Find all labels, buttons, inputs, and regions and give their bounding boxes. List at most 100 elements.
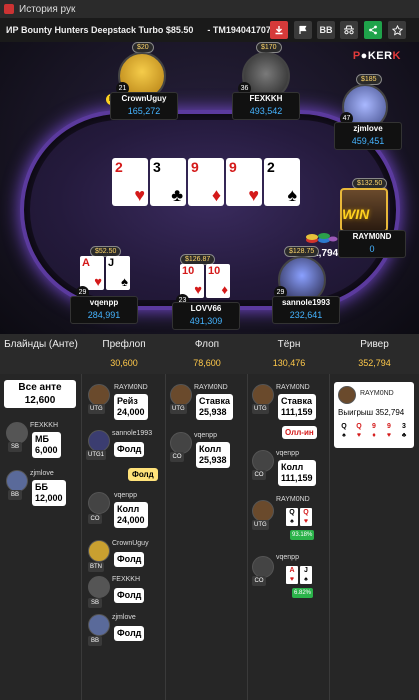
- player-name: RAYM0ND: [352, 232, 392, 241]
- action-player: vqenpp: [276, 554, 299, 561]
- action-avatar: [252, 556, 274, 578]
- action-avatar: [88, 576, 110, 598]
- player-stack: 459,451: [351, 136, 385, 146]
- street-preflop[interactable]: Префлоп 30,600: [82, 334, 166, 374]
- action-avatar: [6, 422, 28, 444]
- column-flop: [166, 374, 248, 700]
- action-player: vqenpp: [114, 492, 137, 499]
- action-player: RAYM0ND: [194, 384, 228, 391]
- action-player: vqenpp: [194, 432, 217, 439]
- window-title: История рук: [19, 3, 76, 15]
- position-badge: UTG: [88, 404, 105, 414]
- hand-history-window: История рук ИР Bounty Hunters Deepstack …: [0, 0, 419, 700]
- action-player: zjmlove: [112, 614, 136, 621]
- nameplate-fexkkh[interactable]: FEXKKH 493,542: [232, 92, 300, 120]
- hand-header: ИР Bounty Hunters Deepstack Turbo $85.50…: [0, 18, 419, 42]
- hand-id: - TM1940417071: [207, 25, 276, 35]
- incognito-icon[interactable]: [340, 21, 358, 39]
- player-stack: 491,309: [189, 316, 223, 326]
- nameplate-raym0nd[interactable]: RAYM0ND 0: [338, 230, 406, 258]
- street-river[interactable]: Ривер 352,794: [330, 334, 419, 374]
- position-badge: UTG1: [86, 450, 107, 460]
- player-name: vqenpp: [89, 298, 119, 307]
- flag-icon[interactable]: [294, 21, 312, 39]
- player-stack: 232,641: [289, 310, 323, 320]
- win-label: WIN: [342, 206, 370, 222]
- action-avatar: [338, 386, 356, 404]
- river-card: 9 ♦: [368, 422, 380, 440]
- river-card: Q ♥: [353, 422, 365, 440]
- street-headers: Блайнды (Анте) Префлоп 30,600 Флоп 78,600 …: [0, 334, 419, 374]
- game-title: ИР Bounty Hunters Deepstack Turbo $85.50: [6, 25, 194, 35]
- nameplate-crownuguy[interactable]: CrownUguy 165,272: [110, 92, 178, 120]
- player-name: CrownUguy: [121, 94, 167, 103]
- nameplate-lovv66[interactable]: LOVV66 491,309: [172, 302, 240, 330]
- position-badge: SB: [88, 598, 102, 608]
- position-badge: CO: [88, 514, 102, 524]
- player-name: LOVV66: [190, 304, 222, 313]
- winner-name: RAYM0ND: [360, 390, 394, 397]
- download-icon[interactable]: [270, 21, 288, 39]
- position-badge: CO: [252, 470, 266, 480]
- position-badge: UTG: [170, 404, 187, 414]
- position-badge: CO: [252, 576, 266, 586]
- action-player: sannole1993: [112, 430, 153, 437]
- board-card: 3 ♣: [150, 158, 186, 206]
- action-avatar: [170, 432, 192, 454]
- position-badge: UTG: [252, 404, 269, 414]
- showdown-card: Q ♥: [300, 508, 312, 526]
- hole-card: 10 ♦: [206, 264, 230, 298]
- action-box: Ставка 25,938: [196, 394, 233, 420]
- bb-toggle-button[interactable]: BB: [317, 21, 335, 39]
- position-badge: BB: [88, 636, 102, 646]
- hole-card: A ♥: [80, 256, 104, 290]
- nameplate-zjmlove[interactable]: zjmlove 459,451: [334, 122, 402, 150]
- showdown-card: A ♥: [286, 566, 298, 584]
- action-player: RAYM0ND: [276, 384, 310, 391]
- hole-card: J ♠: [106, 256, 130, 290]
- action-avatar: [252, 450, 274, 472]
- position-badge: BB: [8, 490, 22, 500]
- river-winner-box: RAYM0ND Выигрыш 352,794 Q ♠ Q ♥ 9 ♦ 9 ♥ 3 ♣: [334, 382, 414, 448]
- poker-table: P●KERK 2♥ 3♣ 9♦ 9♥ 2♠ 352,794 $20 D 21 C…: [0, 42, 419, 334]
- equity-badge: 93.18%: [290, 530, 315, 540]
- bb-toggle-label: BB: [319, 25, 333, 35]
- street-blinds[interactable]: Блайнды (Анте): [0, 334, 82, 374]
- action-avatar: [170, 384, 192, 406]
- board-card: 2 ♥: [112, 158, 148, 206]
- share-icon[interactable]: [364, 21, 382, 39]
- allin-badge: Олл-ин: [282, 426, 317, 439]
- app-icon: [4, 4, 14, 14]
- star-icon[interactable]: [388, 21, 406, 39]
- action-avatar: [88, 492, 110, 514]
- action-box: Колл 111,159: [278, 460, 316, 486]
- street-flop[interactable]: Флоп 78,600: [166, 334, 248, 374]
- action-player: CrownUguy: [112, 540, 149, 547]
- showdown-card: J ♠: [300, 566, 312, 584]
- nameplate-sannole1993[interactable]: sannole1993 232,641: [272, 296, 340, 324]
- action-player: RAYM0ND: [276, 496, 310, 503]
- column-turn: [248, 374, 330, 700]
- action-avatar: [88, 614, 110, 636]
- river-card: Q ♠: [338, 422, 350, 440]
- action-box: Фолд: [114, 552, 145, 567]
- position-badge: BTN: [88, 562, 104, 572]
- pokerok-logo: P●KERK: [352, 50, 401, 62]
- column-preflop: [82, 374, 166, 700]
- board-card: 9 ♥: [226, 158, 262, 206]
- action-avatar: [88, 384, 110, 406]
- player-stack: 0: [369, 244, 375, 254]
- nameplate-vqenpp[interactable]: vqenpp 284,991: [70, 296, 138, 324]
- action-box: ББ 12,000: [32, 480, 66, 506]
- player-stack: 493,542: [249, 106, 283, 116]
- river-card: 9 ♥: [383, 422, 395, 440]
- river-card: 3 ♣: [398, 422, 410, 440]
- action-box: Фолд: [114, 626, 145, 641]
- street-turn[interactable]: Тёрн 130,476: [248, 334, 330, 374]
- ante-box: Все анте 12,600: [4, 380, 76, 408]
- action-player: FEXKKH: [112, 576, 141, 583]
- position-badge: CO: [170, 452, 184, 462]
- player-name: FEXKKH: [249, 94, 283, 103]
- action-player: zjmlove: [30, 470, 54, 477]
- board-card: 2 ♠: [264, 158, 300, 206]
